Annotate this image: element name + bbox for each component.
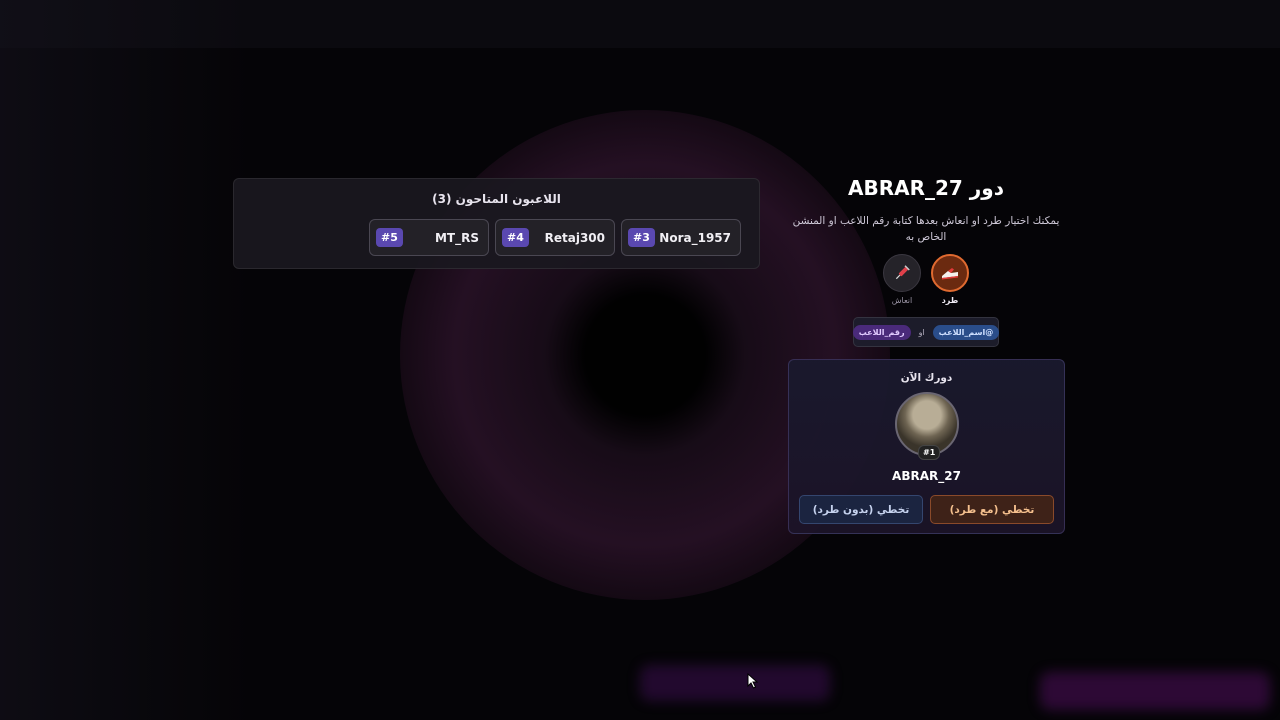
player-name-tag: @اسم_اللاعب [932, 324, 1000, 340]
available-players-title: اللاعبون المتاحون (3) [432, 192, 561, 206]
current-player-name: ABRAR_27 [892, 469, 961, 483]
kick-label: طرد [941, 296, 959, 305]
mention-hint: @اسم_اللاعب او رقم_اللاعب [852, 317, 1000, 347]
player-chips: #3 Nora_1957 #4 Retaj300 #5 MT_RS [369, 219, 741, 256]
player-chip[interactable]: #5 MT_RS [369, 219, 489, 256]
player-number-badge: #3 [628, 228, 655, 247]
player-number-badge: #4 [502, 228, 529, 247]
syringe-icon [883, 254, 921, 292]
background-bar-right [1040, 672, 1270, 710]
or-label: او [918, 327, 925, 337]
turn-description: يمكنك اختيار طرد او انعاش بعدها كتابة رق… [792, 215, 1060, 243]
kick-action[interactable]: طرد [930, 254, 970, 305]
avatar: #1 [895, 392, 959, 460]
player-chip[interactable]: #3 Nora_1957 [621, 219, 741, 256]
avatar-number-badge: #1 [918, 445, 941, 460]
revive-action[interactable]: انعاش [882, 254, 922, 305]
available-players-panel: اللاعبون المتاحون (3) #3 Nora_1957 #4 Re… [233, 178, 760, 269]
player-chip[interactable]: #4 Retaj300 [495, 219, 615, 256]
player-name: Nora_1957 [659, 230, 731, 245]
player-number-tag: رقم_اللاعب [852, 324, 911, 340]
player-name: Retaj300 [544, 230, 605, 245]
skip-without-kick-button[interactable]: تخطي (بدون طرد) [799, 495, 923, 524]
your-turn-title: دورك الآن [900, 372, 953, 384]
skip-with-kick-button[interactable]: تخطي (مع طرد) [930, 495, 1054, 524]
background-sidebar [0, 0, 250, 720]
player-name: MT_RS [434, 230, 479, 245]
player-number-badge: #5 [376, 228, 403, 247]
turn-title: دور ABRAR_27 [847, 176, 1004, 200]
blurred-background [0, 0, 1280, 720]
kick-shoe-icon [931, 254, 969, 292]
revive-label: انعاش [891, 296, 913, 305]
action-choices: انعاش طرد [880, 254, 972, 309]
current-turn-card: دورك الآن #1 ABRAR_27 تخطي (بدون طرد) تخ… [788, 359, 1065, 534]
background-bar-left [640, 665, 830, 701]
